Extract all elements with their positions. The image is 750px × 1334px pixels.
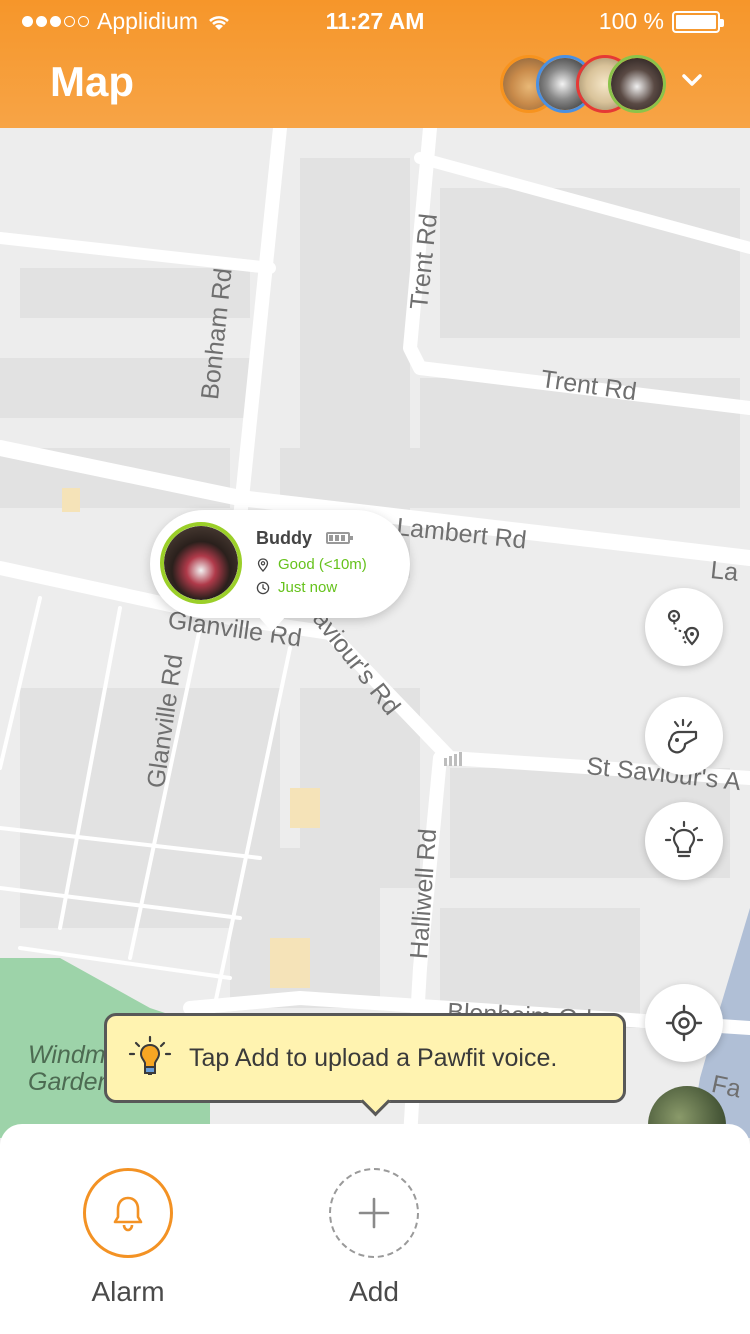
chevron-down-icon[interactable]	[676, 64, 708, 96]
lightbulb-icon	[128, 1035, 172, 1075]
pet-name: Buddy	[256, 528, 312, 548]
tooltip-text: Tap Add to upload a Pawfit voice.	[189, 1043, 558, 1072]
pet-time-row: Just now	[256, 579, 337, 596]
status-bar: Applidium 11:27 AM 100 %	[0, 0, 750, 40]
pet-battery-icon	[326, 532, 353, 544]
pet-photo	[160, 522, 242, 604]
add-label: Add	[349, 1276, 399, 1307]
pet-avatar-switcher[interactable]	[500, 55, 670, 113]
plus-icon	[358, 1197, 390, 1229]
pet-signal-text: Good (<10m)	[278, 556, 367, 573]
add-button[interactable]	[329, 1168, 419, 1258]
bell-icon	[113, 1196, 143, 1232]
status-right: 100 %	[598, 8, 724, 35]
alarm-label: Alarm	[91, 1276, 165, 1307]
alarm-button[interactable]	[83, 1168, 173, 1258]
alarm-action[interactable]: Alarm	[78, 1168, 178, 1308]
location-pin-icon	[257, 557, 269, 572]
pet-last-seen: Just now	[278, 579, 338, 596]
header: Applidium 11:27 AM 100 % Map	[0, 0, 750, 128]
pet-location-bubble[interactable]: Buddy Good (<10m) Just now	[150, 510, 410, 632]
add-action[interactable]: Add	[324, 1168, 424, 1308]
map-roads	[0, 128, 750, 1138]
clock-icon	[256, 581, 270, 594]
route-button[interactable]	[645, 588, 723, 666]
locate-icon	[665, 1004, 703, 1042]
voice-tip-tooltip: Tap Add to upload a Pawfit voice.	[104, 1013, 626, 1103]
road-label: Windmill Gardens	[28, 1042, 114, 1096]
battery-percent: 100 %	[598, 8, 664, 34]
route-icon	[667, 609, 700, 646]
battery-icon	[672, 10, 724, 33]
whistle-icon	[667, 718, 698, 754]
pet-signal-row: Good (<10m)	[256, 556, 367, 573]
pet-avatar-4[interactable]	[608, 55, 666, 113]
road-label: La	[709, 556, 740, 587]
lightbulb-icon	[664, 820, 704, 858]
page-title: Map	[50, 58, 134, 105]
light-button[interactable]	[645, 802, 723, 880]
voice-panel: Alarm Add	[0, 1124, 750, 1334]
map-view[interactable]: Bonham Rd Trent Rd Trent Rd Lambert Rd L…	[0, 128, 750, 1138]
whistle-button[interactable]	[645, 697, 723, 775]
locate-button[interactable]	[645, 984, 723, 1062]
